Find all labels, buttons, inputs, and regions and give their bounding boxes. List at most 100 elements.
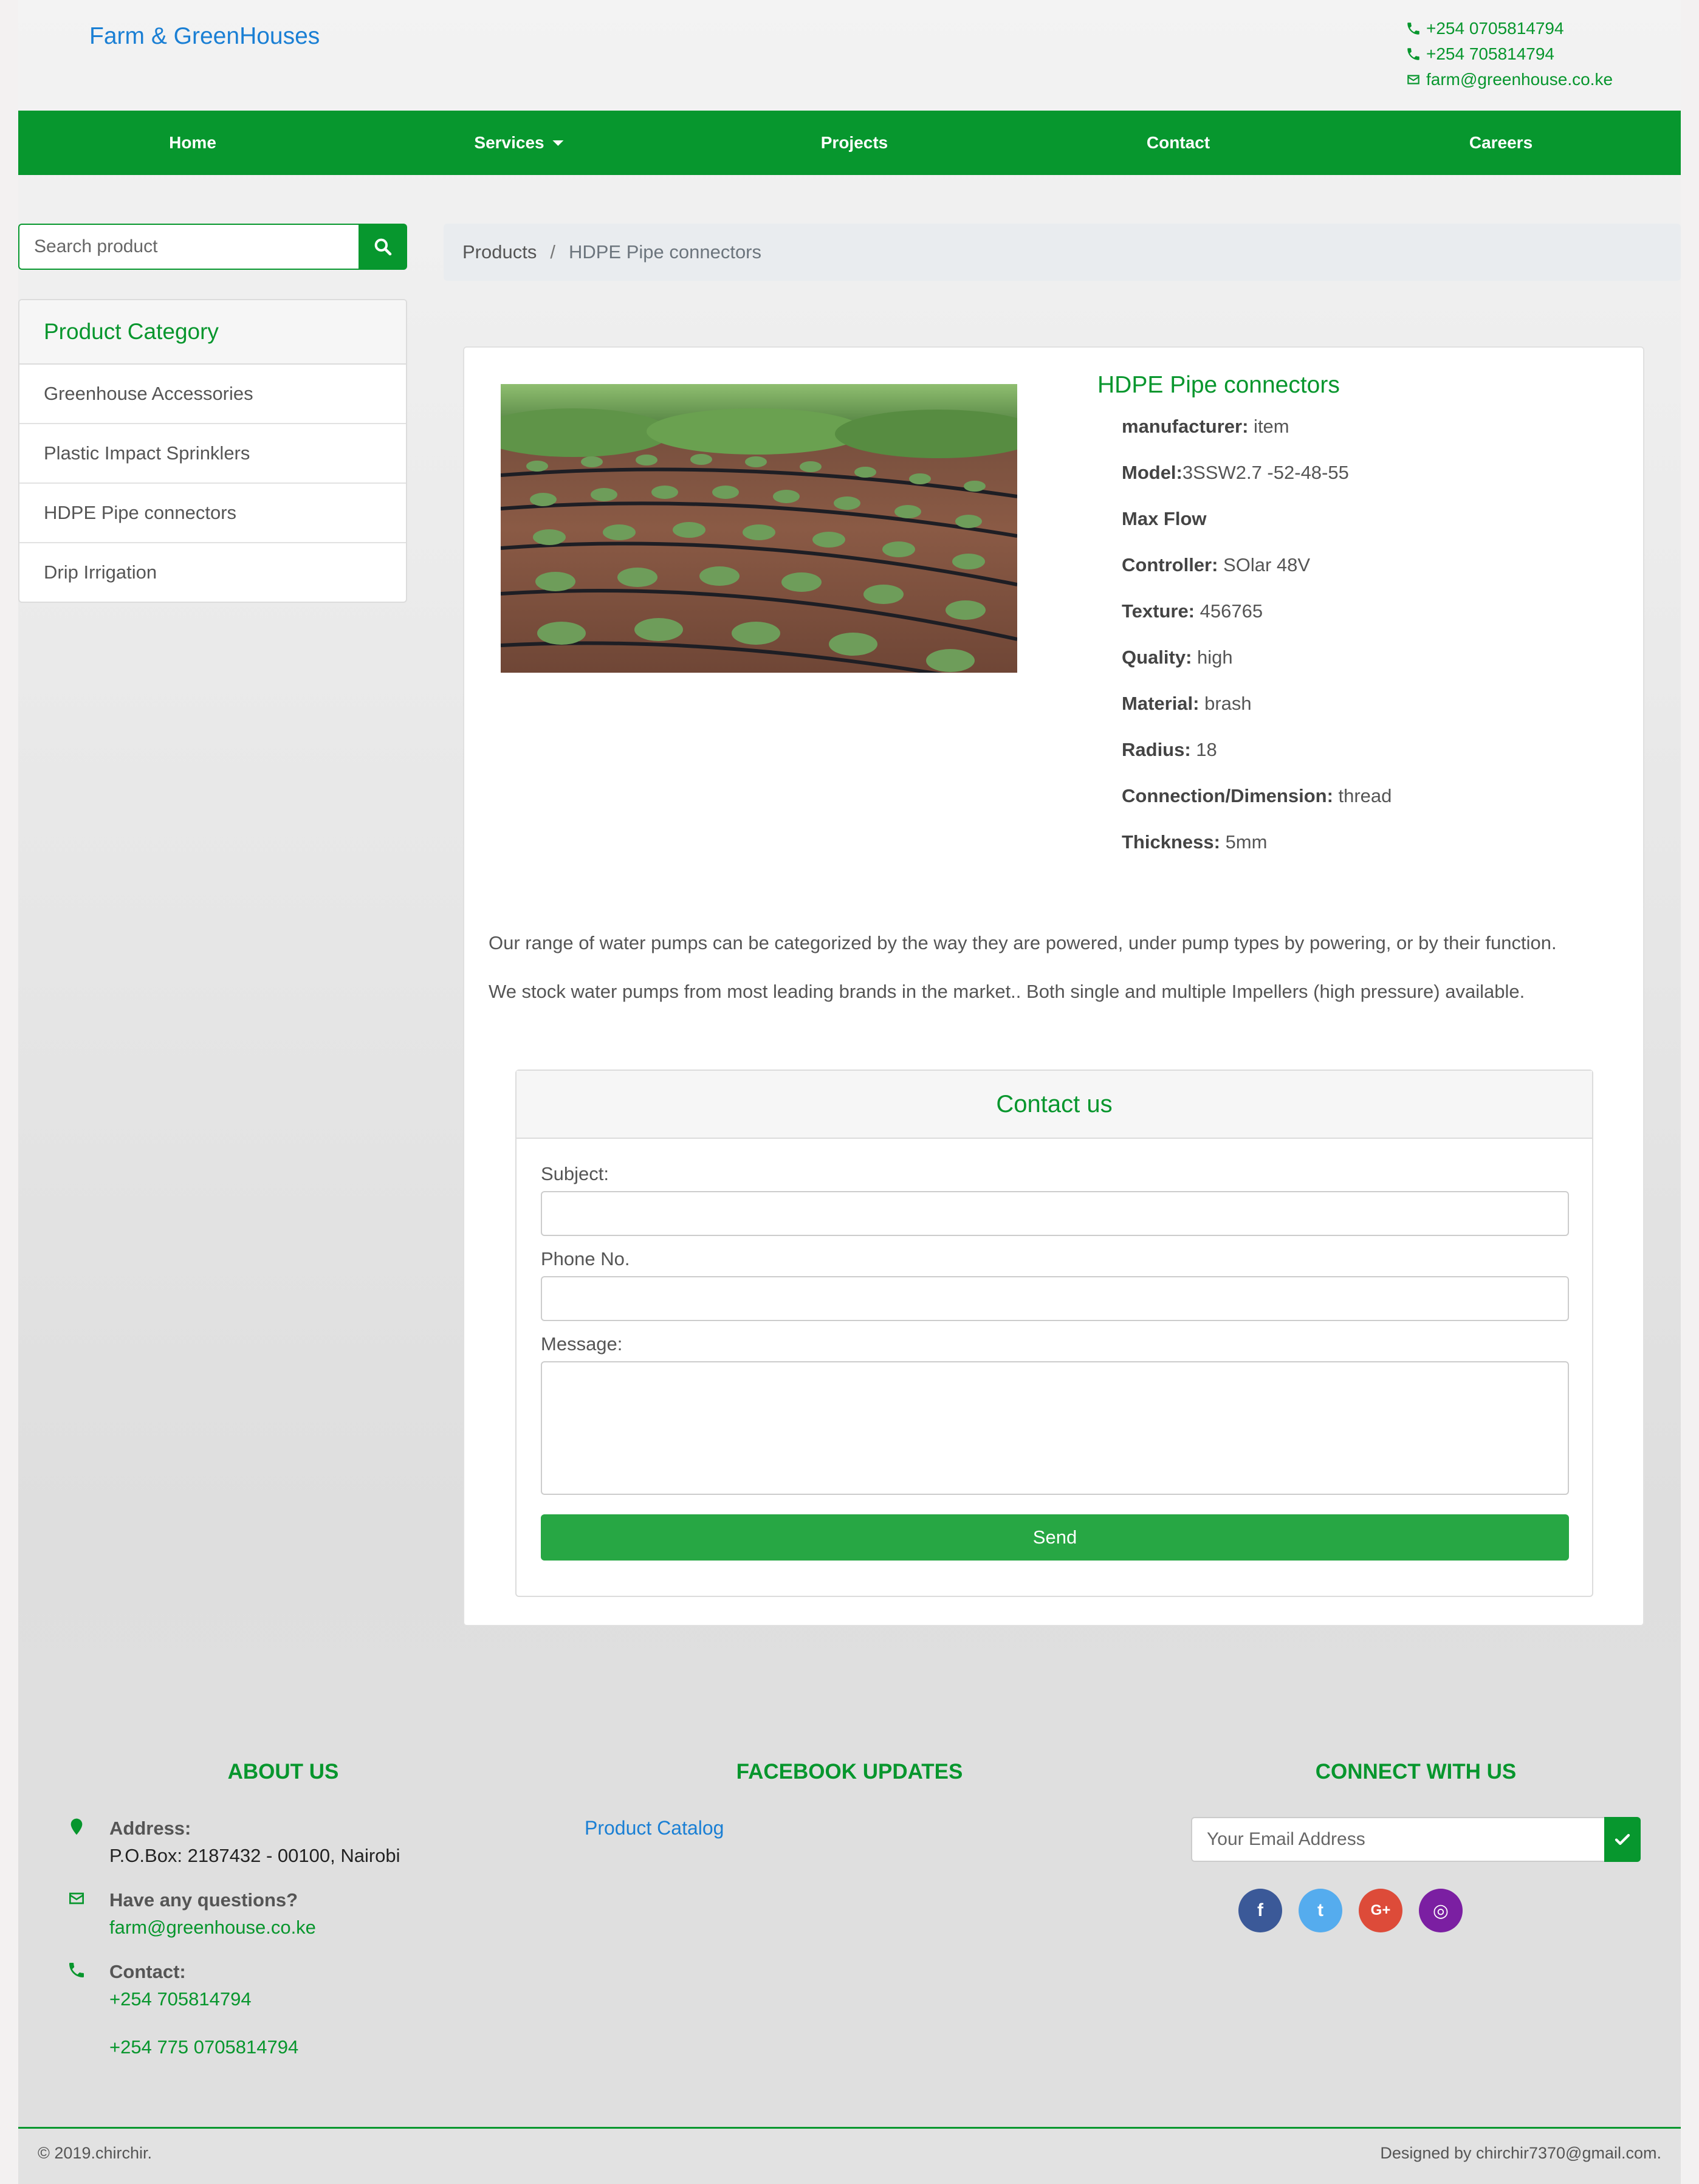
spec-texture: Texture: 456765 bbox=[1122, 600, 1392, 647]
header-contacts: +254 0705814794 +254 705814794 farm@gree… bbox=[1406, 16, 1613, 92]
connect-with-us-heading: CONNECT WITH US bbox=[1315, 1760, 1517, 1784]
questions-email-link[interactable]: farm@greenhouse.co.ke bbox=[109, 1914, 316, 1941]
contact-label: Contact: bbox=[109, 1961, 186, 1982]
send-button[interactable]: Send bbox=[541, 1514, 1569, 1561]
spec-key: Thickness: bbox=[1122, 831, 1220, 853]
category-item-drip-irrigation[interactable]: Drip Irrigation bbox=[19, 543, 406, 602]
category-item-hdpe-pipe-connectors[interactable]: HDPE Pipe connectors bbox=[19, 484, 406, 543]
facebook-updates-heading: FACEBOOK UPDATES bbox=[736, 1760, 963, 1784]
product-category-panel: Product Category Greenhouse Accessories … bbox=[18, 299, 407, 603]
phone-icon bbox=[1407, 48, 1419, 60]
spec-key: Material: bbox=[1122, 693, 1200, 714]
questions-block: Have any questions? farm@greenhouse.co.k… bbox=[67, 1886, 316, 1941]
search-icon bbox=[374, 238, 392, 256]
product-category-title: Product Category bbox=[19, 300, 406, 365]
product-catalog-link[interactable]: Product Catalog bbox=[585, 1817, 724, 1839]
breadcrumb-separator: / bbox=[550, 241, 555, 263]
spec-key: Connection/Dimension: bbox=[1122, 785, 1333, 806]
spec-max-flow: Max Flow bbox=[1122, 508, 1392, 554]
spec-key: Model: bbox=[1122, 462, 1182, 483]
address-block: Address: P.O.Box: 2187432 - 00100, Nairo… bbox=[67, 1815, 400, 1869]
contact-form-title: Contact us bbox=[517, 1071, 1592, 1139]
contact-row: Contact: +254 705814794 +254 775 0705814… bbox=[67, 1958, 298, 2061]
facebook-icon[interactable]: f bbox=[1238, 1889, 1282, 1932]
spec-value: thread bbox=[1333, 785, 1392, 806]
search-button[interactable] bbox=[359, 224, 407, 270]
search-input[interactable] bbox=[18, 224, 359, 270]
phone-volume-icon bbox=[69, 1963, 84, 1977]
main-navbar: Home Services Projects Contact Careers bbox=[18, 111, 1681, 175]
header-phone-1-text: +254 0705814794 bbox=[1426, 19, 1564, 38]
product-description: Our range of water pumps can be categori… bbox=[489, 932, 1557, 1029]
description-paragraph-1: Our range of water pumps can be categori… bbox=[489, 932, 1557, 953]
address-value: P.O.Box: 2187432 - 00100, Nairobi bbox=[109, 1845, 400, 1866]
google-plus-icon[interactable]: G+ bbox=[1359, 1889, 1402, 1932]
breadcrumb-products-link[interactable]: Products bbox=[462, 241, 537, 263]
spec-key: Radius: bbox=[1122, 739, 1191, 760]
header-email-text: farm@greenhouse.co.ke bbox=[1426, 70, 1613, 89]
header-phone-2-text: +254 705814794 bbox=[1426, 44, 1554, 63]
footer: ABOUT US FACEBOOK UPDATES CONNECT WITH U… bbox=[18, 1695, 1681, 2127]
spec-connection-dimension: Connection/Dimension: thread bbox=[1122, 785, 1392, 831]
spec-manufacturer: manufacturer: item bbox=[1122, 416, 1392, 462]
twitter-icon[interactable]: t bbox=[1299, 1889, 1342, 1932]
social-links: f t G+ ◎ bbox=[1238, 1889, 1463, 1932]
phone-label: Phone No. bbox=[541, 1248, 630, 1269]
caret-down-icon bbox=[552, 140, 564, 146]
spec-value: 18 bbox=[1190, 739, 1217, 760]
brand-logo-text[interactable]: Farm & GreenHouses bbox=[89, 23, 320, 50]
spec-key: Texture: bbox=[1122, 600, 1195, 622]
spec-value: SOlar 48V bbox=[1218, 554, 1311, 575]
header-phone-1[interactable]: +254 0705814794 bbox=[1406, 16, 1613, 41]
message-textarea[interactable] bbox=[541, 1361, 1569, 1495]
spec-controller: Controller: SOlar 48V bbox=[1122, 554, 1392, 600]
product-search bbox=[18, 224, 407, 270]
contact-form-card: Contact us Subject: Phone No. Message: S… bbox=[515, 1070, 1593, 1597]
header-email[interactable]: farm@greenhouse.co.ke bbox=[1406, 67, 1613, 92]
description-paragraph-2: We stock water pumps from most leading b… bbox=[489, 981, 1525, 1002]
nav-contact[interactable]: Contact bbox=[1147, 111, 1210, 175]
newsletter-submit-button[interactable] bbox=[1604, 1817, 1641, 1862]
category-item-greenhouse-accessories[interactable]: Greenhouse Accessories bbox=[19, 365, 406, 424]
spec-key: Controller: bbox=[1122, 554, 1218, 575]
header-phone-2[interactable]: +254 705814794 bbox=[1406, 41, 1613, 67]
spec-value: high bbox=[1192, 647, 1233, 668]
about-us-heading: ABOUT US bbox=[227, 1760, 339, 1784]
contact-phone-2[interactable]: +254 775 0705814794 bbox=[109, 2033, 298, 2061]
copyright-text: © 2019.chirchir. bbox=[38, 2144, 152, 2162]
product-card: HDPE Pipe connectors manufacturer: item … bbox=[463, 346, 1644, 1626]
product-image bbox=[501, 384, 1017, 673]
spec-thickness: Thickness: 5mm bbox=[1122, 831, 1392, 877]
subject-input[interactable] bbox=[541, 1191, 1569, 1236]
instagram-icon[interactable]: ◎ bbox=[1419, 1889, 1463, 1932]
contact-phone-1[interactable]: +254 705814794 bbox=[109, 1985, 298, 2013]
questions-row: Have any questions? farm@greenhouse.co.k… bbox=[67, 1886, 316, 1941]
footer-divider bbox=[18, 2127, 1681, 2129]
spec-value: 3SSW2.7 -52-48-55 bbox=[1182, 462, 1349, 483]
nav-careers[interactable]: Careers bbox=[1469, 111, 1533, 175]
spec-value: item bbox=[1248, 416, 1289, 437]
questions-label: Have any questions? bbox=[109, 1889, 298, 1911]
spec-key: Max Flow bbox=[1122, 508, 1207, 529]
phone-input[interactable] bbox=[541, 1276, 1569, 1321]
spec-key: Quality: bbox=[1122, 647, 1192, 668]
nav-services[interactable]: Services bbox=[474, 111, 564, 175]
address-row: Address: P.O.Box: 2187432 - 00100, Nairo… bbox=[67, 1815, 400, 1869]
phone-icon bbox=[1407, 22, 1419, 35]
spec-material: Material: brash bbox=[1122, 693, 1392, 739]
nav-projects[interactable]: Projects bbox=[821, 111, 888, 175]
spec-key: manufacturer: bbox=[1122, 416, 1249, 437]
breadcrumb: Products / HDPE Pipe connectors bbox=[444, 224, 1681, 281]
address-label: Address: bbox=[109, 1818, 191, 1839]
product-title: HDPE Pipe connectors bbox=[1097, 372, 1340, 398]
envelope-icon bbox=[69, 1892, 84, 1904]
spec-value: brash bbox=[1199, 693, 1252, 714]
newsletter-email-input[interactable] bbox=[1191, 1817, 1604, 1862]
spec-quality: Quality: high bbox=[1122, 647, 1392, 693]
envelope-icon bbox=[1407, 75, 1419, 84]
spec-model: Model:3SSW2.7 -52-48-55 bbox=[1122, 462, 1392, 508]
product-specs: manufacturer: item Model:3SSW2.7 -52-48-… bbox=[1122, 416, 1392, 877]
nav-home[interactable]: Home bbox=[169, 111, 216, 175]
spec-value: 5mm bbox=[1220, 831, 1268, 853]
category-item-plastic-impact-sprinklers[interactable]: Plastic Impact Sprinklers bbox=[19, 424, 406, 484]
